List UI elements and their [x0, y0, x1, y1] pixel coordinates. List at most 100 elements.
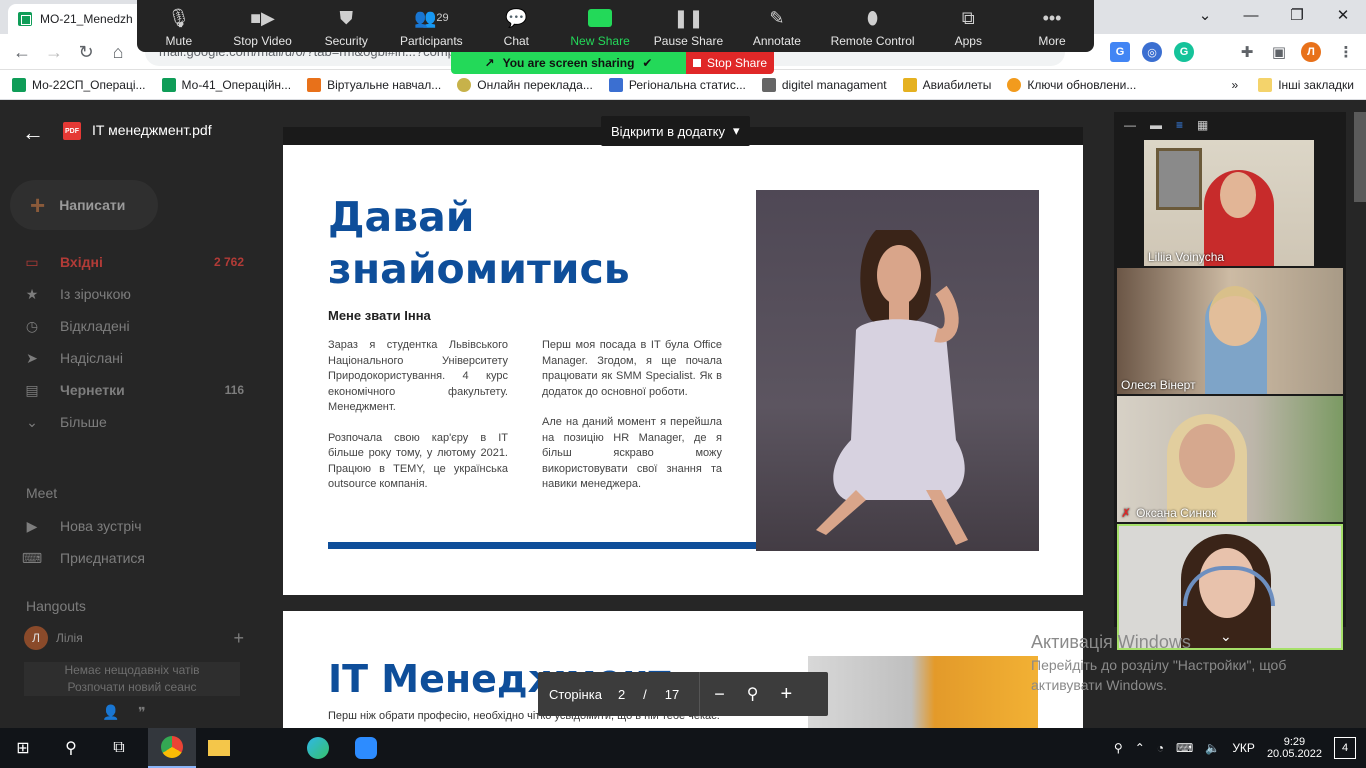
chevron-up-icon[interactable]: ⌃ [1135, 741, 1145, 755]
remote-control-button[interactable]: ⬮ Remote Control [831, 7, 915, 49]
participant-video[interactable]: ✗ Оксана Синюк [1117, 396, 1343, 522]
stop-video-button[interactable]: ■▶ Stop Video [233, 7, 293, 49]
home-icon[interactable]: ⌂ [106, 40, 130, 64]
security-button[interactable]: ⛊ Security [316, 7, 376, 49]
task-view-icon[interactable]: ⧉ [96, 728, 142, 768]
speaker-view-icon[interactable]: ≡ [1176, 118, 1183, 132]
meet-join[interactable]: ⌨ Приєднатися [21, 546, 244, 570]
bookmark-item[interactable]: Ключи обновлени... [1007, 77, 1136, 92]
bookmark-item[interactable]: Авиабилеты [902, 77, 991, 92]
keyboard-icon: ⌨ [21, 549, 43, 566]
open-in-app-button[interactable]: Відкрити в додатку ▾ [601, 116, 750, 146]
participant-video[interactable]: Олеся Вінерт [1117, 268, 1343, 394]
other-bookmarks[interactable]: Інші закладки [1258, 77, 1354, 92]
speaker-icon[interactable]: 🔈 [1205, 741, 1220, 755]
maximize-icon[interactable]: ❐ [1274, 0, 1320, 30]
bookmark-icon [307, 77, 322, 92]
microphone-icon: 🎙 [167, 7, 191, 28]
forward-icon[interactable]: → [42, 40, 66, 64]
bookmark-icon [457, 77, 472, 92]
zoom-out-icon[interactable]: − [714, 684, 725, 705]
sidebar-item-inbox[interactable]: ▭ Вхідні 2 762 [24, 250, 244, 274]
person-icon[interactable]: ⚲ [1114, 741, 1123, 755]
bookmark-item[interactable]: Мо-41_Операційн... [161, 77, 291, 92]
bookmark-item[interactable]: Віртуальне навчал... [307, 77, 441, 92]
pencil-icon: ✎ [769, 7, 785, 28]
zoom-toolbar: 🎙 Mute ■▶ Stop Video ⛊ Security 👥 29 Particip… [137, 0, 1094, 52]
extension-icon[interactable]: ◎ [1142, 42, 1162, 62]
notifications-icon[interactable]: 4 [1334, 737, 1356, 759]
bookmark-item[interactable]: digitel managament [761, 77, 887, 92]
current-page-input[interactable]: 2 [618, 687, 625, 702]
language-indicator[interactable]: УКР [1232, 741, 1255, 755]
face-shape [1179, 424, 1235, 488]
reload-icon[interactable]: ↻ [74, 40, 98, 64]
sidebar-item-starred[interactable]: ★ Із зірочкою [24, 282, 244, 306]
keyboard-icon[interactable]: ⌨ [1176, 741, 1193, 755]
translate-icon[interactable]: G [1110, 42, 1130, 62]
sheets-icon [18, 12, 32, 26]
send-icon: ➤ [26, 349, 38, 366]
meet-new-meeting[interactable]: ▶ Нова зустріч [24, 514, 244, 538]
pause-share-button[interactable]: ❚❚ Pause Share [654, 7, 723, 49]
annotate-button[interactable]: ✎ Annotate [747, 7, 807, 49]
participant-video[interactable]: Liliia Voinycha [1144, 140, 1314, 266]
wifi-icon[interactable]: ◔ [1157, 741, 1164, 755]
zoom-app-icon[interactable] [343, 728, 389, 768]
plus-icon[interactable]: + [233, 628, 244, 649]
more-bookmarks-icon[interactable]: » [1232, 78, 1239, 92]
chat-button[interactable]: 💬 Chat [486, 7, 546, 49]
chevron-down-icon[interactable]: ⌄ [1182, 0, 1228, 30]
hangouts-quote-icon[interactable]: ❞ [138, 704, 146, 721]
gallery-view-icon[interactable]: ▦ [1197, 118, 1208, 132]
grammarly-icon[interactable]: G [1174, 42, 1194, 62]
profile-avatar[interactable]: Л [1301, 42, 1321, 62]
hangouts-user[interactable]: Л Лілія + [24, 626, 244, 650]
file-explorer-icon[interactable] [196, 728, 242, 768]
text-column-2: Перш моя посада в IT була Office Manager… [542, 339, 722, 490]
bookmark-item[interactable]: Мо-22СП_Операці... [12, 77, 146, 92]
more-dots-icon: ••• [1042, 7, 1062, 28]
stop-share-button[interactable]: Stop Share [686, 52, 774, 74]
close-icon[interactable]: ✕ [1320, 0, 1366, 30]
wall-portrait [1156, 148, 1202, 210]
clock-icon: ◷ [25, 317, 39, 334]
new-share-button[interactable]: ↑ New Share [570, 7, 630, 48]
thumbnail-view-icon[interactable]: ▬ [1150, 118, 1162, 132]
compose-button[interactable]: + Написати [10, 180, 158, 230]
edge-icon[interactable] [295, 728, 341, 768]
chrome-taskbar-icon[interactable] [148, 728, 196, 768]
back-arrow-icon[interactable]: ← [22, 120, 44, 146]
sidebar-item-snoozed[interactable]: ◷ Відкладені [24, 314, 244, 338]
participants-button[interactable]: 👥 29 Participants [400, 7, 463, 49]
sidebar-item-drafts[interactable]: ▤ Чернетки 116 [24, 378, 244, 402]
chevron-down-icon[interactable]: ⌄ [1220, 628, 1232, 645]
search-icon[interactable]: ⚲ [48, 728, 94, 768]
minimize-icon[interactable]: — [1228, 0, 1274, 30]
sidebar-item-more[interactable]: ⌄ Більше [24, 410, 244, 434]
sidepanel-icon[interactable]: ▣ [1269, 42, 1289, 62]
magnifier-icon[interactable]: ⚲ [747, 684, 759, 704]
mute-button[interactable]: 🎙 Mute [149, 7, 209, 49]
apps-button[interactable]: ⧉ Apps [938, 7, 998, 49]
video-icon: ■▶ [250, 7, 275, 28]
menu-icon[interactable]: ⋮ [1336, 42, 1356, 62]
stop-icon [692, 59, 701, 67]
windows-start-icon[interactable]: ⊞ [0, 728, 46, 768]
minimize-icon[interactable]: — [1124, 118, 1136, 132]
back-icon[interactable]: ← [10, 40, 34, 64]
bookmark-icon [1007, 77, 1022, 92]
share-status-icon: ↗ [484, 56, 495, 70]
draft-icon: ▤ [25, 381, 39, 398]
folder-icon [1258, 77, 1273, 92]
sidebar-item-sent[interactable]: ➤ Надіслані [24, 346, 244, 370]
more-button[interactable]: ••• More [1022, 7, 1082, 49]
bookmark-item[interactable]: Регіональна статис... [608, 77, 746, 92]
zoom-in-icon[interactable]: + [781, 683, 793, 706]
plus-icon: + [30, 189, 46, 220]
puzzle-icon[interactable]: ✚ [1237, 42, 1257, 62]
person-icon[interactable]: 👤 [102, 704, 119, 721]
clock[interactable]: 9:29 20.05.2022 [1267, 736, 1322, 760]
bookmark-item[interactable]: Онлайн переклада... [457, 77, 593, 92]
mouse-icon: ⬮ [866, 7, 879, 28]
